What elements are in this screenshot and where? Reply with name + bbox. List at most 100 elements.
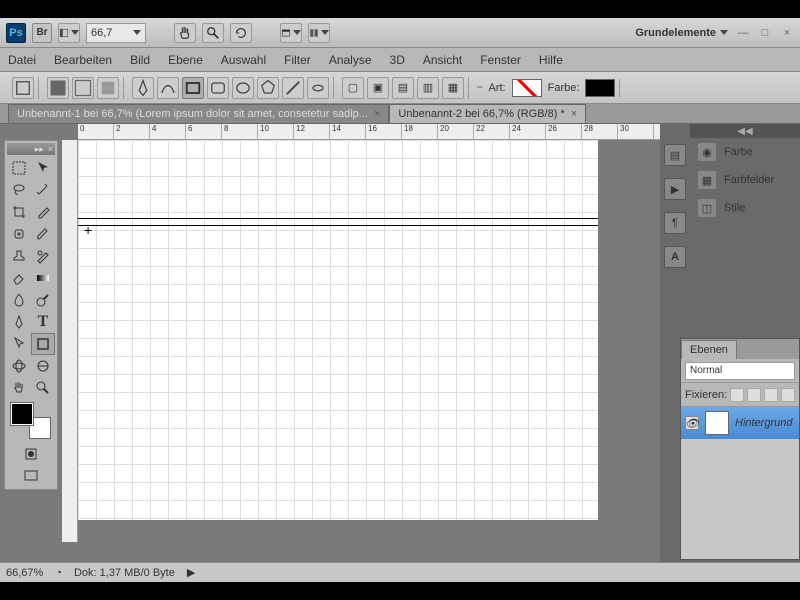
foreground-color[interactable] <box>11 403 33 425</box>
visibility-icon[interactable]: 👁 <box>685 416 699 430</box>
hand-tool[interactable] <box>7 377 31 399</box>
menu-hilfe[interactable]: Hilfe <box>539 53 563 67</box>
art-swatch[interactable] <box>512 79 542 97</box>
eraser-tool[interactable] <box>7 267 31 289</box>
rect-shape-icon[interactable] <box>182 77 204 99</box>
path-select-tool[interactable] <box>7 333 31 355</box>
rotate-view-icon[interactable] <box>230 23 252 43</box>
menu-ebene[interactable]: Ebene <box>168 53 203 67</box>
arrange-icon[interactable] <box>308 23 330 43</box>
menu-fenster[interactable]: Fenster <box>480 53 521 67</box>
zoom-tool-icon[interactable] <box>202 23 224 43</box>
status-doc[interactable]: Dok: 1,37 MB/0 Byte <box>74 567 175 579</box>
farbfelder-panel[interactable]: ▦Farbfelder <box>690 166 800 194</box>
doc-tab-1[interactable]: Unbenannt-1 bei 66,7% (Lorem ipsum dolor… <box>8 104 389 123</box>
layout-button[interactable] <box>58 23 80 43</box>
heal-tool[interactable] <box>7 223 31 245</box>
lasso-tool[interactable] <box>7 179 31 201</box>
ellipse-shape-icon[interactable] <box>232 77 254 99</box>
gradient-tool[interactable] <box>31 267 55 289</box>
menu-ansicht[interactable]: Ansicht <box>423 53 462 67</box>
crop-tool[interactable] <box>7 201 31 223</box>
combine-int-icon[interactable]: ▥ <box>417 77 439 99</box>
ruler-horizontal: 024681012141618202224262830 <box>78 124 660 140</box>
menu-3d[interactable]: 3D <box>390 53 405 67</box>
combine-sub-icon[interactable]: ▤ <box>392 77 414 99</box>
status-icon[interactable]: ◔ <box>55 567 62 579</box>
move-tool[interactable] <box>31 157 55 179</box>
lock-pos-icon[interactable] <box>764 388 778 402</box>
tool-preset[interactable] <box>12 77 34 99</box>
actions-icon[interactable]: ▶ <box>664 178 686 200</box>
status-bar: 66,67% ◔ Dok: 1,37 MB/0 Byte ▶ <box>0 562 800 582</box>
roundrect-shape-icon[interactable] <box>207 77 229 99</box>
eyedropper-tool[interactable] <box>31 201 55 223</box>
ebenen-tab[interactable]: Ebenen <box>681 340 737 359</box>
menu-analyse[interactable]: Analyse <box>329 53 372 67</box>
menu-bild[interactable]: Bild <box>130 53 150 67</box>
fill-pixels-icon[interactable] <box>97 77 119 99</box>
status-zoom[interactable]: 66,67% <box>6 567 43 579</box>
layer-thumbnail[interactable] <box>705 411 729 435</box>
lock-trans-icon[interactable] <box>730 388 744 402</box>
pen-icon[interactable] <box>132 77 154 99</box>
lock-paint-icon[interactable] <box>747 388 761 402</box>
toolbox: ▸▸ × T <box>4 140 58 490</box>
layer-name[interactable]: Hintergrund <box>735 417 792 429</box>
collapse-icon[interactable]: ▸▸ <box>35 144 44 155</box>
canvas[interactable]: + <box>78 140 598 520</box>
layer-row[interactable]: 👁 Hintergrund <box>681 407 799 439</box>
freeform-pen-icon[interactable] <box>157 77 179 99</box>
history-icon[interactable]: ▤ <box>664 144 686 166</box>
type-tool[interactable]: T <box>31 311 55 333</box>
history-brush-tool[interactable] <box>31 245 55 267</box>
marquee-tool[interactable] <box>7 157 31 179</box>
doc-tab-2[interactable]: Unbenannt-2 bei 66,7% (RGB/8) *× <box>389 104 586 123</box>
line-shape-icon[interactable] <box>282 77 304 99</box>
hand-tool-icon[interactable] <box>174 23 196 43</box>
polygon-shape-icon[interactable] <box>257 77 279 99</box>
brush-tool[interactable] <box>31 223 55 245</box>
minimize-icon[interactable]: — <box>736 26 750 40</box>
quickmask-tool[interactable] <box>19 443 43 465</box>
lock-all-icon[interactable] <box>781 388 795 402</box>
custom-shape-icon[interactable] <box>307 77 329 99</box>
tab-close-icon[interactable]: × <box>374 108 380 120</box>
status-arrow-icon[interactable]: ▶ <box>187 566 195 579</box>
close-panel-icon[interactable]: × <box>48 144 53 154</box>
wand-tool[interactable] <box>31 179 55 201</box>
shape-tool[interactable] <box>31 333 55 355</box>
shape-layer-icon[interactable] <box>47 77 69 99</box>
pen-tool[interactable] <box>7 311 31 333</box>
screen-mode-icon[interactable] <box>280 23 302 43</box>
combine-xor-icon[interactable]: ▦ <box>442 77 464 99</box>
close-icon[interactable]: × <box>780 26 794 40</box>
stamp-tool[interactable] <box>7 245 31 267</box>
screenmode-tool[interactable] <box>19 465 43 487</box>
zoom-tool[interactable] <box>31 377 55 399</box>
menu-datei[interactable]: Datei <box>8 53 36 67</box>
blur-tool[interactable] <box>7 289 31 311</box>
path-icon[interactable] <box>72 77 94 99</box>
farbe-swatch[interactable] <box>585 79 615 97</box>
menu-auswahl[interactable]: Auswahl <box>221 53 266 67</box>
maximize-icon[interactable]: □ <box>758 26 772 40</box>
3d-rotate-tool[interactable] <box>7 355 31 377</box>
char-icon[interactable]: ¶ <box>664 212 686 234</box>
farbe-panel[interactable]: ◉Farbe <box>690 138 800 166</box>
expand-icon[interactable]: ◀◀ <box>737 126 752 137</box>
combine-add-icon[interactable]: ▣ <box>367 77 389 99</box>
color-swatches[interactable] <box>11 403 51 439</box>
workspace-dropdown[interactable]: Grundelemente <box>635 27 728 39</box>
menu-bearbeiten[interactable]: Bearbeiten <box>54 53 112 67</box>
3d-orbit-tool[interactable] <box>31 355 55 377</box>
tab-close-icon[interactable]: × <box>571 108 577 120</box>
dodge-tool[interactable] <box>31 289 55 311</box>
zoom-dropdown[interactable]: 66,7 <box>86 23 146 43</box>
paragraph-icon[interactable]: A <box>664 246 686 268</box>
combine-new-icon[interactable]: ▢ <box>342 77 364 99</box>
stile-panel[interactable]: ◫Stile <box>690 194 800 222</box>
blend-mode-dropdown[interactable]: Normal <box>685 362 795 380</box>
menu-filter[interactable]: Filter <box>284 53 311 67</box>
bridge-logo[interactable]: Br <box>32 23 52 43</box>
